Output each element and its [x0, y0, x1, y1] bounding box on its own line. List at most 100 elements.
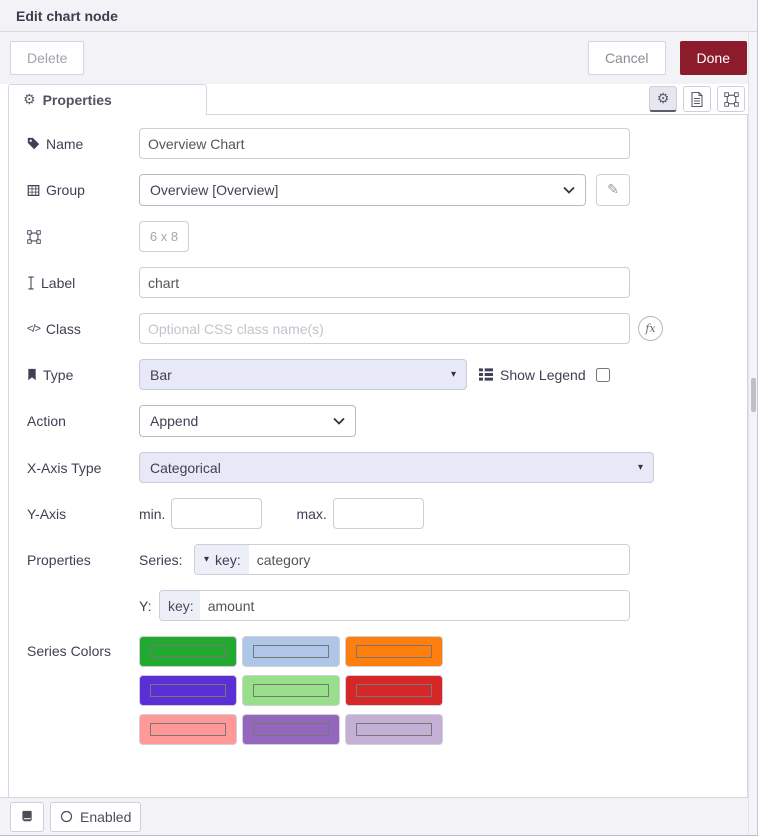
name-input[interactable] — [139, 128, 630, 159]
xaxis-label: X-Axis Type — [27, 460, 139, 476]
edit-chart-node-dialog: Edit chart node Delete Cancel Done ⚙ Pro… — [0, 0, 758, 836]
color-input[interactable] — [253, 723, 329, 736]
color-input[interactable] — [356, 684, 432, 697]
pencil-icon: ✎ — [607, 182, 619, 198]
group-row: Group Overview [Overview] ✎ — [9, 174, 747, 206]
chevron-down-icon — [563, 186, 575, 194]
book-icon — [21, 810, 34, 823]
label-row: Label — [9, 267, 747, 298]
chart-type-select[interactable]: Bar ▾ — [139, 359, 467, 390]
series-row: Properties Series: ▾ key: — [9, 544, 747, 575]
color-input[interactable] — [356, 723, 432, 736]
cancel-button[interactable]: Cancel — [588, 41, 666, 75]
y-key-prefix: key: — [168, 598, 194, 614]
color-swatch[interactable] — [242, 636, 340, 667]
appearance-icon — [724, 92, 739, 107]
chevron-down-icon — [333, 417, 345, 425]
show-legend-label: Show Legend — [500, 367, 586, 383]
color-input[interactable] — [356, 645, 432, 658]
bookmark-icon — [27, 368, 37, 381]
size-icon — [27, 230, 41, 244]
properties-panel: Name Group Overview [Overview] ✎ — [8, 115, 748, 798]
tab-bar: ⚙ Properties ⚙ — [0, 84, 757, 115]
properties-label: Properties — [27, 552, 139, 568]
color-swatch[interactable] — [242, 714, 340, 745]
series-label: Series: — [139, 552, 194, 568]
fx-button[interactable]: fx — [638, 316, 663, 341]
group-label: Group — [27, 182, 139, 198]
color-swatch[interactable] — [345, 636, 443, 667]
size-label — [27, 230, 139, 244]
size-row: 6 x 8 — [9, 221, 747, 252]
color-swatch[interactable] — [139, 636, 237, 667]
yaxis-min-label: min. — [139, 506, 165, 522]
xaxis-type-select[interactable]: Categorical ▾ — [139, 452, 654, 483]
dialog-header: Edit chart node — [0, 0, 757, 32]
enabled-toggle-button[interactable]: Enabled — [50, 802, 141, 832]
code-icon: </> — [27, 323, 40, 335]
class-label: </> Class — [27, 321, 139, 337]
class-row: </> Class fx — [9, 313, 747, 344]
yaxis-min-input[interactable] — [171, 498, 262, 529]
y-key-prefix-button[interactable]: key: — [160, 591, 200, 620]
dialog-toolbar: Delete Cancel Done — [0, 32, 757, 84]
color-swatch[interactable] — [345, 714, 443, 745]
scrollbar-track[interactable] — [748, 32, 757, 835]
dialog-title: Edit chart node — [16, 8, 118, 24]
series-colors-label: Series Colors — [27, 636, 139, 659]
series-key-input[interactable] — [249, 545, 629, 574]
color-input[interactable] — [150, 723, 226, 736]
color-swatch[interactable] — [139, 675, 237, 706]
series-typed-input: ▾ key: — [194, 544, 630, 575]
yaxis-row: Y-Axis min. max. — [9, 498, 747, 529]
tag-icon — [27, 137, 40, 150]
delete-button[interactable]: Delete — [10, 41, 84, 75]
yaxis-max-input[interactable] — [333, 498, 424, 529]
triangle-down-icon: ▾ — [638, 463, 643, 473]
type-row: Type Bar ▾ Show Legend — [9, 359, 747, 390]
tab-properties[interactable]: ⚙ Properties — [8, 84, 207, 115]
color-input[interactable] — [253, 684, 329, 697]
y-key-input[interactable] — [200, 591, 629, 620]
name-label: Name — [27, 136, 139, 152]
show-legend-group: Show Legend — [479, 367, 610, 383]
type-label: Type — [27, 367, 139, 383]
action-select[interactable]: Append — [139, 405, 356, 437]
class-input[interactable] — [139, 313, 630, 344]
color-swatch[interactable] — [139, 714, 237, 745]
series-key-prefix: key: — [215, 552, 241, 568]
appearance-tab-button[interactable] — [717, 86, 745, 112]
dialog-footer: Enabled — [0, 797, 757, 835]
color-input[interactable] — [253, 645, 329, 658]
y-typed-input: key: — [159, 590, 630, 621]
table-icon — [27, 184, 40, 197]
series-colors-grid — [139, 636, 443, 745]
edit-group-button[interactable]: ✎ — [596, 174, 630, 206]
properties-tab-button[interactable]: ⚙ — [649, 86, 677, 112]
fx-icon: fx — [645, 322, 655, 335]
done-button[interactable]: Done — [680, 41, 747, 75]
size-button[interactable]: 6 x 8 — [139, 221, 189, 252]
ibeam-icon — [27, 276, 35, 290]
label-label: Label — [27, 275, 139, 291]
xaxis-row: X-Axis Type Categorical ▾ — [9, 452, 747, 483]
list-icon — [479, 368, 493, 381]
action-label: Action — [27, 413, 139, 429]
color-swatch[interactable] — [242, 675, 340, 706]
color-input[interactable] — [150, 684, 226, 697]
group-select[interactable]: Overview [Overview] — [139, 174, 586, 206]
triangle-down-icon: ▾ — [204, 555, 209, 565]
enabled-label: Enabled — [80, 809, 131, 825]
status-circle-icon — [60, 810, 73, 823]
gear-icon: ⚙ — [23, 93, 36, 107]
description-tab-button[interactable] — [683, 86, 711, 112]
series-type-button[interactable]: ▾ key: — [195, 545, 249, 574]
color-input[interactable] — [150, 645, 226, 658]
label-input[interactable] — [139, 267, 630, 298]
node-help-button[interactable] — [10, 802, 44, 832]
action-row: Action Append — [9, 405, 747, 437]
show-legend-checkbox[interactable] — [596, 368, 610, 382]
color-swatch[interactable] — [345, 675, 443, 706]
scrollbar-thumb[interactable] — [751, 378, 756, 412]
y-label: Y: — [139, 598, 159, 614]
